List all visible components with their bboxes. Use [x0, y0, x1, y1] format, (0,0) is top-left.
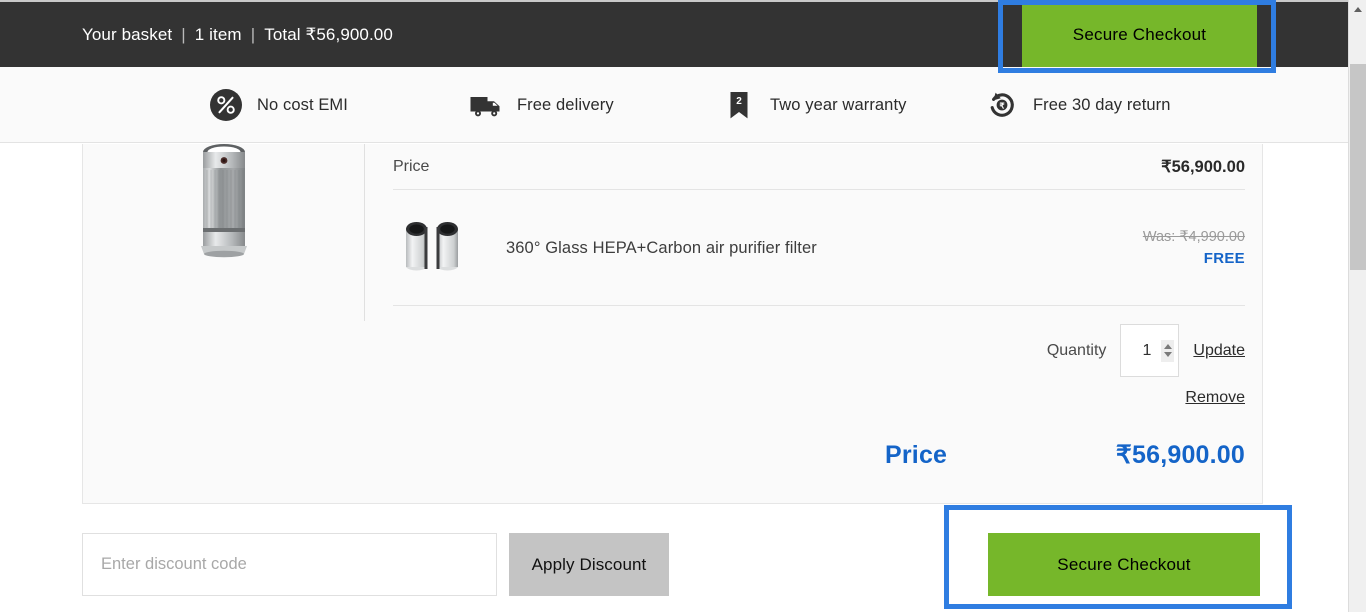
feature-benefits-bar: No cost EMI Free delivery 2 Two year war… — [0, 67, 1348, 143]
cart-total-value: ₹56,900.00 — [1115, 441, 1245, 469]
air-purifier-product-image — [201, 144, 247, 258]
feature-label-return: Free 30 day return — [1033, 95, 1171, 114]
apply-discount-button[interactable]: Apply Discount — [509, 533, 669, 596]
cart-details-column: Price ₹56,900.00 360° Glass HEPA+Carbon … — [393, 144, 1245, 504]
svg-text:₹: ₹ — [999, 101, 1004, 110]
filter-item-name: 360° Glass HEPA+Carbon air purifier filt… — [506, 238, 817, 257]
price-row-value: ₹56,900.00 — [1161, 157, 1245, 176]
cart-total-label: Price — [885, 441, 948, 469]
filter-was-price: Was: ₹4,990.00 — [1142, 228, 1245, 245]
vertical-scrollbar[interactable] — [1348, 0, 1366, 612]
basket-item-count: 1 item — [194, 24, 242, 44]
feature-label-delivery: Free delivery — [517, 95, 614, 114]
feature-free-delivery: Free delivery — [469, 67, 614, 143]
header-checkout-container: Secure Checkout — [1022, 2, 1257, 67]
feature-no-cost-emi: No cost EMI — [209, 67, 348, 143]
svg-text:2: 2 — [736, 96, 742, 107]
basket-total: Total ₹56,900.00 — [264, 24, 393, 44]
filter-price-block: Was: ₹4,990.00 FREE — [1143, 227, 1245, 270]
update-quantity-link[interactable]: Update — [1193, 342, 1245, 360]
remove-item-link[interactable]: Remove — [1185, 389, 1245, 406]
quantity-spinner-icon[interactable] — [1161, 339, 1175, 362]
filter-line-item-row: 360° Glass HEPA+Carbon air purifier filt… — [393, 191, 1245, 306]
discount-code-input[interactable] — [82, 533, 497, 596]
basket-summary: Your basket | 1 item | Total ₹56,900.00 — [82, 2, 393, 67]
quantity-label: Quantity — [1046, 341, 1107, 359]
delivery-truck-icon — [470, 97, 500, 117]
hepa-carbon-filter-image — [406, 222, 458, 271]
basket-title: Your basket — [82, 24, 173, 44]
scrollbar-thumb[interactable] — [1350, 64, 1366, 270]
feature-label-warranty: Two year warranty — [770, 95, 907, 114]
spinner-up-arrow-icon[interactable] — [1163, 344, 1172, 349]
feature-label-emi: No cost EMI — [257, 95, 348, 114]
quantity-stepper[interactable]: 1 — [1120, 324, 1180, 377]
product-thumbnail-column — [83, 144, 365, 321]
quantity-row: Quantity 1 Update — [1047, 324, 1245, 377]
bottom-secure-checkout-button[interactable]: Secure Checkout — [988, 533, 1260, 596]
remove-row: Remove — [1185, 389, 1245, 407]
chevron-up-icon — [1353, 6, 1362, 12]
cart-line-item-panel: Price ₹56,900.00 360° Glass HEPA+Carbon … — [82, 144, 1263, 504]
feature-two-year-warranty: 2 Two year warranty — [722, 67, 907, 143]
browser-viewport: Your basket | 1 item | Total ₹56,900.00 … — [0, 0, 1348, 612]
percent-circle-icon — [210, 89, 242, 121]
spinner-down-arrow-icon[interactable] — [1163, 352, 1172, 357]
header-secure-checkout-button[interactable]: Secure Checkout — [1022, 2, 1257, 67]
feature-free-return: ₹ Free 30 day return — [985, 67, 1171, 143]
price-summary-row: Price ₹56,900.00 — [393, 144, 1245, 190]
page-root: Your basket | 1 item | Total ₹56,900.00 … — [0, 0, 1366, 612]
summary-separator-2: | — [250, 24, 256, 44]
filter-free-badge: FREE — [1203, 249, 1245, 267]
rupee-refund-icon: ₹ — [990, 92, 1014, 117]
scroll-up-button[interactable] — [1349, 0, 1366, 18]
summary-separator-1: | — [181, 24, 186, 44]
bottom-checkout-container: Secure Checkout — [988, 533, 1260, 596]
price-row-label: Price — [393, 157, 430, 175]
warranty-ribbon-icon: 2 — [730, 92, 748, 119]
cart-total-row: Price ₹56,900.00 — [885, 440, 1245, 470]
